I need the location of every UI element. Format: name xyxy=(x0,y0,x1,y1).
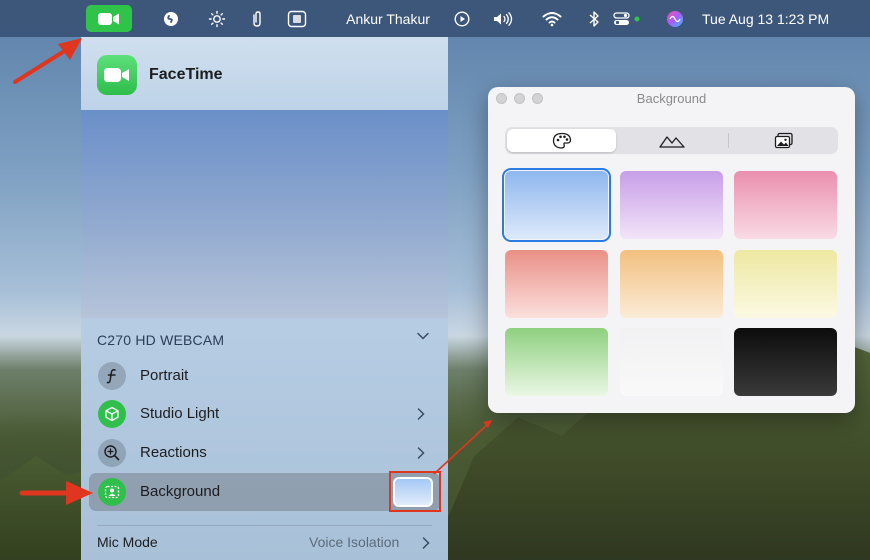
menu-bar: Ankur Thakur Tue Aug 13 1:23 PM xyxy=(0,0,870,37)
shazam-button[interactable] xyxy=(160,0,182,37)
mic-mode-value[interactable]: Voice Isolation xyxy=(309,534,399,550)
background-color-swatch[interactable] xyxy=(620,171,723,239)
cube-icon xyxy=(105,406,119,422)
camera-source-label[interactable]: C270 HD WEBCAM xyxy=(97,332,224,348)
mic-mode-label[interactable]: Mic Mode xyxy=(97,534,158,550)
control-center-icon xyxy=(613,11,640,25)
facetime-app-icon xyxy=(97,55,137,95)
background-color-swatch[interactable] xyxy=(620,250,723,318)
portrait-icon xyxy=(98,362,126,390)
window-title: Background xyxy=(636,91,707,106)
siri-button[interactable] xyxy=(664,0,686,37)
volume-button[interactable] xyxy=(490,0,518,37)
control-center-button[interactable] xyxy=(612,0,644,37)
landscape-icon xyxy=(658,135,685,148)
portrait-label: Portrait xyxy=(140,367,189,384)
shazam-icon xyxy=(164,11,178,26)
panel-header: FaceTime xyxy=(81,37,448,110)
background-type-segmented-control xyxy=(505,127,838,154)
background-color-swatch[interactable] xyxy=(734,250,837,318)
facetime-menu-button[interactable] xyxy=(86,5,132,32)
bluetooth-icon xyxy=(589,10,599,27)
wifi-icon xyxy=(542,11,562,26)
camera-preview xyxy=(81,110,448,318)
app-name: FaceTime xyxy=(149,66,223,83)
tab-photos[interactable] xyxy=(729,129,838,152)
menubar-clock[interactable]: Tue Aug 13 1:23 PM xyxy=(702,0,864,37)
keyboard-viewer-icon xyxy=(287,10,307,27)
background-icon-wrap xyxy=(98,478,126,506)
reactions-label: Reactions xyxy=(140,444,207,461)
background-picker-window: Background xyxy=(488,87,855,413)
reactions-icon-wrap xyxy=(98,439,126,467)
wifi-button[interactable] xyxy=(540,0,564,37)
user-name[interactable]: Ankur Thakur xyxy=(333,0,443,37)
background-row[interactable]: Background xyxy=(89,471,441,512)
siri-icon xyxy=(667,10,683,27)
background-color-swatch[interactable] xyxy=(734,328,837,396)
tab-landscapes[interactable] xyxy=(617,129,726,152)
palette-icon xyxy=(552,132,571,149)
clip-button[interactable] xyxy=(248,0,266,37)
background-label: Background xyxy=(140,483,221,500)
background-color-swatch[interactable] xyxy=(505,250,608,318)
paperclip-icon xyxy=(253,10,261,27)
reactions-row[interactable]: Reactions xyxy=(89,434,440,472)
chevron-right-icon xyxy=(417,447,425,459)
volume-icon xyxy=(494,11,513,26)
portrait-f-icon xyxy=(106,369,116,384)
bluetooth-button[interactable] xyxy=(585,0,603,37)
play-icon xyxy=(454,10,470,27)
reactions-icon xyxy=(104,445,120,461)
background-color-swatch[interactable] xyxy=(620,328,723,396)
portrait-row[interactable]: Portrait xyxy=(89,357,440,395)
photo-icon xyxy=(774,132,793,148)
window-titlebar: Background xyxy=(488,87,855,111)
background-color-swatch[interactable] xyxy=(502,168,611,242)
panel-divider xyxy=(97,525,432,526)
studio-light-label: Studio Light xyxy=(140,405,220,422)
studio-light-row[interactable]: Studio Light xyxy=(89,395,440,433)
now-playing-button[interactable] xyxy=(452,0,472,37)
chevron-right-icon xyxy=(417,408,425,420)
keyboard-viewer-button[interactable] xyxy=(285,0,309,37)
background-icon xyxy=(104,485,120,499)
background-color-swatch[interactable] xyxy=(734,171,837,239)
facetime-icon xyxy=(98,12,119,25)
brightness-button[interactable] xyxy=(206,0,228,37)
tab-colors[interactable] xyxy=(507,129,616,152)
brightness-icon xyxy=(208,10,226,27)
video-camera-icon xyxy=(104,68,129,82)
facetime-video-effects-panel: FaceTime C270 HD WEBCAM Portrait Studio … xyxy=(81,37,448,560)
studio-light-icon xyxy=(98,400,126,428)
background-color-swatch[interactable] xyxy=(505,328,608,396)
chevron-right-icon[interactable] xyxy=(421,536,431,550)
background-thumbnail-button[interactable] xyxy=(393,477,433,507)
chevron-down-icon[interactable] xyxy=(416,329,430,343)
